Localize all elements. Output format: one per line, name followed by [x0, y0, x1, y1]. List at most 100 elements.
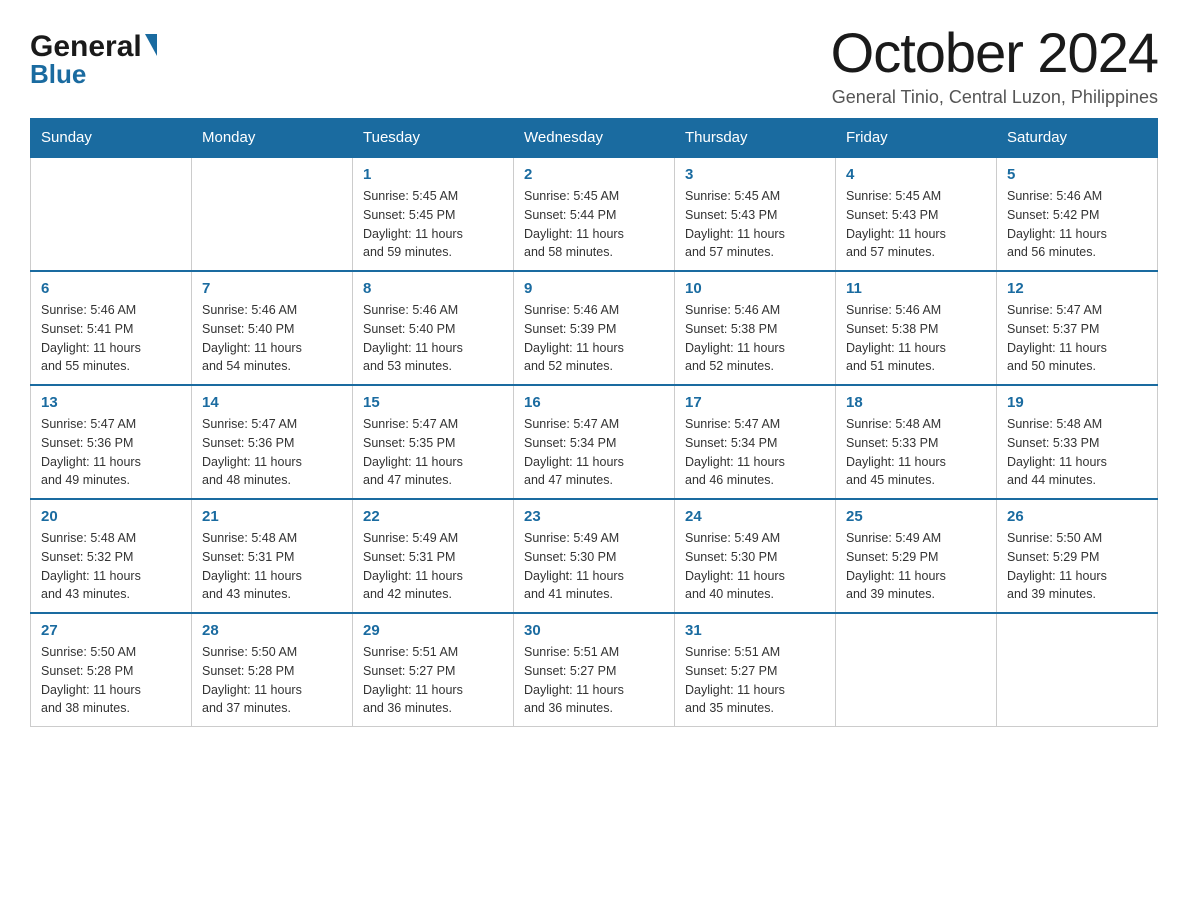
day-number: 17	[685, 394, 825, 411]
title-area: October 2024 General Tinio, Central Luzo…	[831, 20, 1158, 108]
calendar-week-1: 1 Sunrise: 5:45 AM Sunset: 5:45 PM Daylig…	[31, 157, 1158, 271]
calendar-cell: 26 Sunrise: 5:50 AM Sunset: 5:29 PM Dayli…	[997, 499, 1158, 613]
day-number: 15	[363, 394, 503, 411]
day-info: Sunrise: 5:48 AM Sunset: 5:31 PM Dayligh…	[202, 529, 342, 604]
day-info: Sunrise: 5:47 AM Sunset: 5:36 PM Dayligh…	[41, 415, 181, 490]
day-info: Sunrise: 5:48 AM Sunset: 5:33 PM Dayligh…	[1007, 415, 1147, 490]
calendar-cell: 31Sunrise: 5:51 AM Sunset: 5:27 PM Dayli…	[675, 613, 836, 727]
calendar-cell: 9Sunrise: 5:46 AM Sunset: 5:39 PM Daylig…	[514, 271, 675, 385]
calendar-cell: 30 Sunrise: 5:51 AM Sunset: 5:27 PM Dayli…	[514, 613, 675, 727]
page-wrapper: General Blue October 2024 General Tinio,…	[30, 20, 1158, 727]
calendar-cell: 11 Sunrise: 5:46 AM Sunset: 5:38 PM Dayli…	[836, 271, 997, 385]
calendar-cell	[31, 157, 192, 271]
calendar-cell: 8Sunrise: 5:46 AM Sunset: 5:40 PM Daylig…	[353, 271, 514, 385]
day-number: 11	[846, 280, 986, 297]
calendar-cell: 14 Sunrise: 5:47 AM Sunset: 5:36 PM Dayli…	[192, 385, 353, 499]
calendar-cell	[836, 613, 997, 727]
day-number: 5	[1007, 166, 1147, 183]
day-number: 19	[1007, 394, 1147, 411]
day-number: 13	[41, 394, 181, 411]
header-area: General Blue October 2024 General Tinio,…	[30, 20, 1158, 108]
calendar-cell: 10Sunrise: 5:46 AM Sunset: 5:38 PM Dayli…	[675, 271, 836, 385]
day-info: Sunrise: 5:48 AM Sunset: 5:33 PM Dayligh…	[846, 415, 986, 490]
day-info: Sunrise: 5:51 AM Sunset: 5:27 PM Dayligh…	[363, 643, 503, 718]
calendar-table: SundayMondayTuesdayWednesdayThursdayFrid…	[30, 118, 1158, 727]
calendar-cell: 13 Sunrise: 5:47 AM Sunset: 5:36 PM Dayli…	[31, 385, 192, 499]
calendar-header-thursday: Thursday	[675, 119, 836, 158]
location-subtitle: General Tinio, Central Luzon, Philippine…	[831, 87, 1158, 108]
calendar-week-3: 13 Sunrise: 5:47 AM Sunset: 5:36 PM Dayli…	[31, 385, 1158, 499]
day-number: 16	[524, 394, 664, 411]
calendar-cell: 18 Sunrise: 5:48 AM Sunset: 5:33 PM Dayli…	[836, 385, 997, 499]
day-info: Sunrise: 5:47 AM Sunset: 5:36 PM Dayligh…	[202, 415, 342, 490]
calendar-cell: 3 Sunrise: 5:45 AM Sunset: 5:43 PM Daylig…	[675, 157, 836, 271]
calendar-cell: 19 Sunrise: 5:48 AM Sunset: 5:33 PM Dayli…	[997, 385, 1158, 499]
calendar-cell: 16 Sunrise: 5:47 AM Sunset: 5:34 PM Dayli…	[514, 385, 675, 499]
month-title: October 2024	[831, 20, 1158, 85]
calendar-header-wednesday: Wednesday	[514, 119, 675, 158]
day-number: 3	[685, 166, 825, 183]
day-number: 22	[363, 508, 503, 525]
calendar-week-5: 27 Sunrise: 5:50 AM Sunset: 5:28 PM Dayli…	[31, 613, 1158, 727]
day-info: Sunrise: 5:45 AM Sunset: 5:45 PM Dayligh…	[363, 187, 503, 262]
calendar-cell: 5 Sunrise: 5:46 AM Sunset: 5:42 PM Daylig…	[997, 157, 1158, 271]
day-number: 18	[846, 394, 986, 411]
day-number: 30	[524, 622, 664, 639]
calendar-header-tuesday: Tuesday	[353, 119, 514, 158]
day-info: Sunrise: 5:49 AM Sunset: 5:30 PM Dayligh…	[685, 529, 825, 604]
day-info: Sunrise: 5:51 AM Sunset: 5:27 PM Dayligh…	[524, 643, 664, 718]
day-info: Sunrise: 5:46 AM Sunset: 5:42 PM Dayligh…	[1007, 187, 1147, 262]
day-number: 6	[41, 280, 181, 297]
day-info: Sunrise: 5:46 AM Sunset: 5:38 PM Dayligh…	[846, 301, 986, 376]
day-info: Sunrise: 5:45 AM Sunset: 5:43 PM Dayligh…	[685, 187, 825, 262]
calendar-cell: 28 Sunrise: 5:50 AM Sunset: 5:28 PM Dayli…	[192, 613, 353, 727]
logo-blue-text: Blue	[30, 59, 86, 90]
day-number: 2	[524, 166, 664, 183]
calendar-cell: 1 Sunrise: 5:45 AM Sunset: 5:45 PM Daylig…	[353, 157, 514, 271]
calendar-cell: 6 Sunrise: 5:46 AM Sunset: 5:41 PM Daylig…	[31, 271, 192, 385]
day-number: 25	[846, 508, 986, 525]
day-info: Sunrise: 5:45 AM Sunset: 5:44 PM Dayligh…	[524, 187, 664, 262]
day-number: 21	[202, 508, 342, 525]
day-info: Sunrise: 5:50 AM Sunset: 5:28 PM Dayligh…	[41, 643, 181, 718]
day-info: Sunrise: 5:47 AM Sunset: 5:37 PM Dayligh…	[1007, 301, 1147, 376]
day-info: Sunrise: 5:45 AM Sunset: 5:43 PM Dayligh…	[846, 187, 986, 262]
logo-triangle-icon	[145, 34, 157, 56]
calendar-header-row: SundayMondayTuesdayWednesdayThursdayFrid…	[31, 119, 1158, 158]
day-info: Sunrise: 5:50 AM Sunset: 5:29 PM Dayligh…	[1007, 529, 1147, 604]
day-number: 1	[363, 166, 503, 183]
day-info: Sunrise: 5:49 AM Sunset: 5:31 PM Dayligh…	[363, 529, 503, 604]
calendar-cell: 23Sunrise: 5:49 AM Sunset: 5:30 PM Dayli…	[514, 499, 675, 613]
day-number: 12	[1007, 280, 1147, 297]
day-number: 31	[685, 622, 825, 639]
calendar-cell: 4Sunrise: 5:45 AM Sunset: 5:43 PM Daylig…	[836, 157, 997, 271]
day-number: 7	[202, 280, 342, 297]
day-number: 27	[41, 622, 181, 639]
calendar-cell: 22 Sunrise: 5:49 AM Sunset: 5:31 PM Dayli…	[353, 499, 514, 613]
day-info: Sunrise: 5:46 AM Sunset: 5:41 PM Dayligh…	[41, 301, 181, 376]
calendar-cell: 21 Sunrise: 5:48 AM Sunset: 5:31 PM Dayli…	[192, 499, 353, 613]
calendar-week-4: 20Sunrise: 5:48 AM Sunset: 5:32 PM Dayli…	[31, 499, 1158, 613]
calendar-cell	[192, 157, 353, 271]
day-number: 9	[524, 280, 664, 297]
calendar-header-sunday: Sunday	[31, 119, 192, 158]
calendar-cell: 7 Sunrise: 5:46 AM Sunset: 5:40 PM Daylig…	[192, 271, 353, 385]
day-number: 24	[685, 508, 825, 525]
day-number: 28	[202, 622, 342, 639]
calendar-header-monday: Monday	[192, 119, 353, 158]
day-number: 14	[202, 394, 342, 411]
calendar-week-2: 6 Sunrise: 5:46 AM Sunset: 5:41 PM Daylig…	[31, 271, 1158, 385]
calendar-header-saturday: Saturday	[997, 119, 1158, 158]
calendar-cell: 27 Sunrise: 5:50 AM Sunset: 5:28 PM Dayli…	[31, 613, 192, 727]
day-number: 23	[524, 508, 664, 525]
day-number: 8	[363, 280, 503, 297]
calendar-header-friday: Friday	[836, 119, 997, 158]
day-number: 29	[363, 622, 503, 639]
calendar-cell: 29 Sunrise: 5:51 AM Sunset: 5:27 PM Dayli…	[353, 613, 514, 727]
day-info: Sunrise: 5:47 AM Sunset: 5:34 PM Dayligh…	[524, 415, 664, 490]
day-info: Sunrise: 5:48 AM Sunset: 5:32 PM Dayligh…	[41, 529, 181, 604]
day-info: Sunrise: 5:50 AM Sunset: 5:28 PM Dayligh…	[202, 643, 342, 718]
day-number: 26	[1007, 508, 1147, 525]
calendar-cell: 15Sunrise: 5:47 AM Sunset: 5:35 PM Dayli…	[353, 385, 514, 499]
day-info: Sunrise: 5:46 AM Sunset: 5:40 PM Dayligh…	[202, 301, 342, 376]
